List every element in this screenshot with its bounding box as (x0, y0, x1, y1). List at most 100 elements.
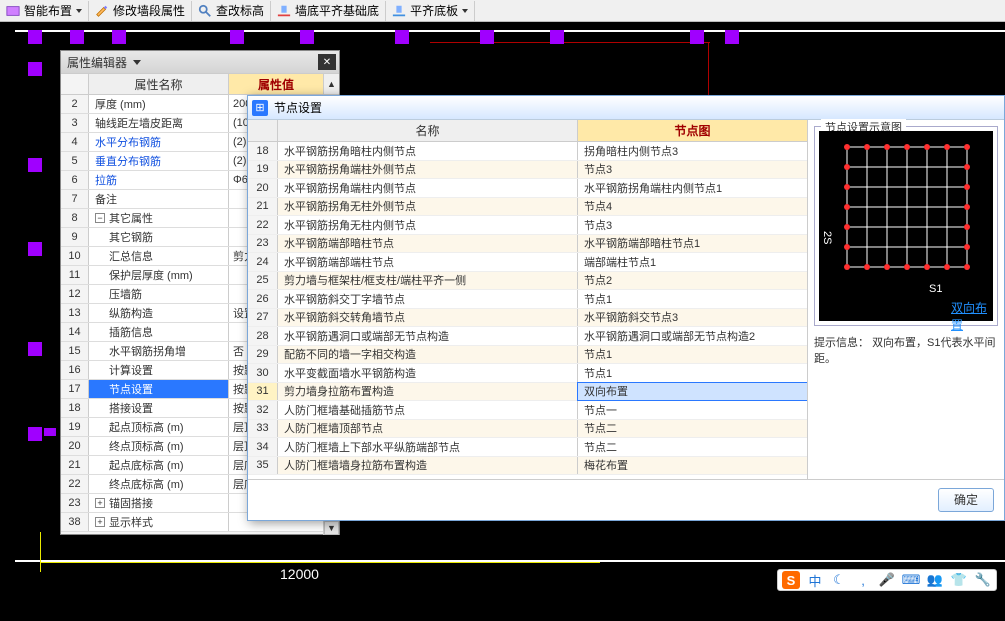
node-row[interactable]: 29配筋不同的墙一字相交构造节点1 (248, 346, 807, 365)
node-row[interactable]: 32人防门框墙基础插筋节点节点一 (248, 401, 807, 420)
grip-handle[interactable] (28, 427, 42, 441)
node-row[interactable]: 28水平钢筋遇洞口或端部无节点构造水平钢筋遇洞口或端部无节点构造2 (248, 327, 807, 346)
node-grid-body[interactable]: 18水平钢筋拐角暗柱内侧节点拐角暗柱内侧节点319水平钢筋拐角端柱外侧节点节点3… (248, 142, 807, 479)
row-value[interactable]: 节点2 (578, 272, 807, 290)
row-value[interactable]: 梅花布置 (578, 457, 807, 475)
row-value[interactable]: 水平钢筋端部暗柱节点1 (578, 235, 807, 253)
dimension-text: 12000 (280, 566, 319, 582)
row-value[interactable]: 节点1 (578, 346, 807, 364)
ime-settings-icon[interactable]: 🔧 (974, 571, 992, 589)
row-index: 7 (61, 190, 89, 208)
grip-handle[interactable] (230, 30, 244, 44)
node-row[interactable]: 35人防门框墙墙身拉筋布置构造梅花布置 (248, 457, 807, 476)
grip-handle[interactable] (395, 30, 409, 44)
header-value: 属性值 (229, 74, 323, 94)
row-index: 8 (61, 209, 89, 227)
row-value[interactable]: 节点3 (578, 161, 807, 179)
toolbar-item-wall-bottom-foundation[interactable]: 墙底平齐基础底 (271, 1, 386, 21)
node-row[interactable]: 31剪力墙身拉筋布置构造双向布置 (248, 383, 807, 402)
group-toggle-icon[interactable]: − (95, 213, 105, 223)
grip-handle[interactable] (690, 30, 704, 44)
row-index: 12 (61, 285, 89, 303)
row-name: 垂直分布钢筋 (89, 152, 229, 170)
property-editor-titlebar[interactable]: 属性编辑器 ✕ (61, 51, 339, 73)
grip-handle[interactable] (28, 158, 42, 172)
node-dialog-titlebar[interactable]: ⊞ 节点设置 (248, 96, 1004, 120)
node-row[interactable]: 23水平钢筋端部暗柱节点水平钢筋端部暗柱节点1 (248, 235, 807, 254)
row-value[interactable]: 节点二 (578, 438, 807, 456)
row-value[interactable]: 水平钢筋斜交节点3 (578, 309, 807, 327)
node-row[interactable]: 26水平钢筋斜交丁字墙节点节点1 (248, 290, 807, 309)
row-value[interactable]: 节点1 (578, 364, 807, 382)
grip-handle[interactable] (300, 30, 314, 44)
row-name: 水平钢筋拐角无柱内侧节点 (278, 216, 578, 234)
grip-handle[interactable] (28, 62, 42, 76)
grip-handle[interactable] (112, 30, 126, 44)
group-toggle-icon[interactable]: + (95, 498, 105, 508)
node-row[interactable]: 22水平钢筋拐角无柱内侧节点节点3 (248, 216, 807, 235)
toolbar-item-smart-layout[interactable]: 智能布置 (0, 1, 89, 21)
node-row[interactable]: 25剪力墙与框架柱/框支柱/端柱平齐一侧节点2 (248, 272, 807, 291)
ok-button[interactable]: 确定 (938, 488, 994, 512)
row-value[interactable]: 双向布置 (578, 383, 807, 401)
scroll-up-button[interactable]: ▲ (323, 74, 339, 94)
row-value[interactable]: 拐角暗柱内侧节点3 (578, 142, 807, 160)
group-toggle-icon[interactable]: + (95, 517, 105, 527)
ime-punct-icon[interactable]: , (854, 571, 872, 589)
hint-label: 提示信息： (814, 337, 869, 349)
node-row[interactable]: 21水平钢筋拐角无柱外侧节点节点4 (248, 198, 807, 217)
row-index: 20 (61, 437, 89, 455)
grip-handle[interactable] (28, 242, 42, 256)
ime-toolbar[interactable]: S 中 ☾ , 🎤 ⌨ 👥 👕 🔧 (777, 569, 997, 591)
toolbar-item-modify-wall[interactable]: 修改墙段属性 (89, 1, 192, 21)
row-value[interactable]: 水平钢筋拐角端柱内侧节点1 (578, 179, 807, 197)
edit-icon (95, 4, 109, 18)
row-value[interactable]: 节点1 (578, 290, 807, 308)
node-row[interactable]: 33人防门框墙顶部节点节点二 (248, 420, 807, 439)
toolbar-item-check-elevation[interactable]: 查改标高 (192, 1, 271, 21)
diagram-mode-link[interactable]: 双向布置 (951, 299, 993, 333)
node-row[interactable]: 20水平钢筋拐角端柱内侧节点水平钢筋拐角端柱内侧节点1 (248, 179, 807, 198)
row-index: 22 (248, 216, 278, 234)
ime-skin-icon[interactable]: 👕 (950, 571, 968, 589)
toolbar-label: 查改标高 (216, 2, 264, 19)
grip-handle[interactable] (44, 428, 56, 436)
row-value[interactable]: 节点4 (578, 198, 807, 216)
node-row[interactable]: 27水平钢筋斜交转角墙节点水平钢筋斜交节点3 (248, 309, 807, 328)
row-name: 压墙筋 (89, 285, 229, 303)
magnifier-icon (198, 4, 212, 18)
ime-moon-icon[interactable]: ☾ (830, 571, 848, 589)
ime-lang-icon[interactable]: 中 (806, 571, 824, 589)
diagram-y-axis-label: 2S (821, 231, 833, 244)
hint-text: 提示信息： 双向布置，S1代表水平间距。 (814, 334, 998, 366)
row-value[interactable]: 节点二 (578, 420, 807, 438)
grip-handle[interactable] (28, 30, 42, 44)
grip-handle[interactable] (70, 30, 84, 44)
dropdown-icon[interactable] (131, 56, 143, 68)
scroll-down-button[interactable]: ▼ (324, 521, 339, 535)
ime-keyboard-icon[interactable]: ⌨ (902, 571, 920, 589)
ime-user-icon[interactable]: 👥 (926, 571, 944, 589)
node-row[interactable]: 30水平变截面墙水平钢筋构造节点1 (248, 364, 807, 383)
property-grid-header: 属性名称 属性值 ▲ (61, 73, 339, 95)
row-value[interactable]: 端部端柱节点1 (578, 253, 807, 271)
grip-handle[interactable] (480, 30, 494, 44)
sogou-icon[interactable]: S (782, 571, 800, 589)
grip-handle[interactable] (550, 30, 564, 44)
node-row[interactable]: 19水平钢筋拐角端柱外侧节点节点3 (248, 161, 807, 180)
row-value[interactable]: 水平钢筋遇洞口或端部无节点构造2 (578, 327, 807, 345)
grip-handle[interactable] (725, 30, 739, 44)
grip-handle[interactable] (28, 342, 42, 356)
node-row[interactable]: 18水平钢筋拐角暗柱内侧节点拐角暗柱内侧节点3 (248, 142, 807, 161)
close-button[interactable]: ✕ (318, 54, 336, 70)
toolbar-item-flush-floor[interactable]: 平齐底板 (386, 1, 475, 21)
row-name: +锚固搭接 (89, 494, 229, 512)
ok-button-label: 确定 (954, 491, 978, 508)
row-value[interactable]: 节点3 (578, 216, 807, 234)
ime-voice-icon[interactable]: 🎤 (878, 571, 896, 589)
node-grid: 名称 节点图 18水平钢筋拐角暗柱内侧节点拐角暗柱内侧节点319水平钢筋拐角端柱… (248, 120, 808, 479)
node-row[interactable]: 34人防门框墙上下部水平纵筋端部节点节点二 (248, 438, 807, 457)
node-row[interactable]: 24水平钢筋端部端柱节点端部端柱节点1 (248, 253, 807, 272)
row-value[interactable]: 节点一 (578, 401, 807, 419)
row-name: 水平钢筋遇洞口或端部无节点构造 (278, 327, 578, 345)
